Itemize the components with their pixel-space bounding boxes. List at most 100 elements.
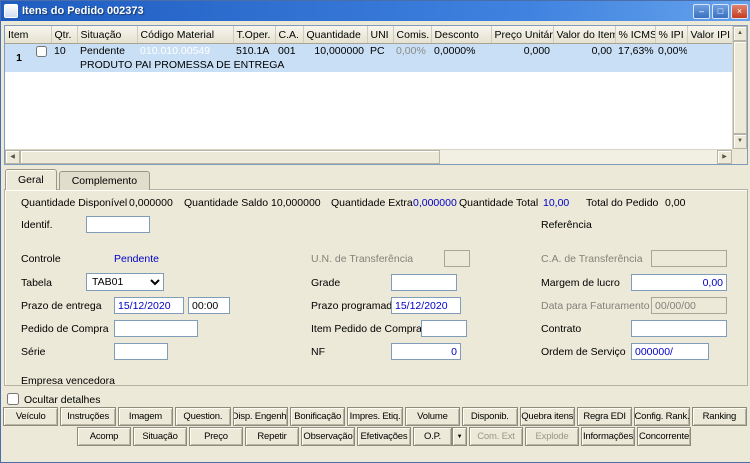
serie-field[interactable] [114, 343, 168, 360]
efetivacoes-button[interactable]: Efetivações [357, 427, 411, 446]
nf-field[interactable] [391, 343, 461, 360]
cell-item: 1 [5, 43, 33, 72]
margem-lucro-field[interactable] [631, 274, 727, 291]
identif-field[interactable] [86, 216, 150, 233]
imagem-button[interactable]: Imagem [117, 407, 174, 426]
volume-button[interactable]: Volume [404, 407, 461, 426]
com-ext-button: Com. Ext [469, 427, 523, 446]
label-quantidade-total: Quantidade Total [459, 197, 539, 209]
cell-ipi: 0,00% [655, 43, 688, 58]
label-item-pedido-compra: Item Pedido de Compra [311, 323, 422, 335]
ordem-servico-field[interactable] [631, 343, 709, 360]
col-comis[interactable]: Comis. [393, 26, 432, 44]
value-controle: Pendente [114, 253, 159, 265]
horizontal-scrollbar[interactable]: ◀ ▶ [5, 149, 732, 164]
col-valor-ipi[interactable]: Valor IPI [687, 26, 733, 44]
cell-codigo-material[interactable]: 010.010.00549 [137, 43, 234, 58]
cell-descricao: PRODUTO PAI PROMESSA DE ENTREGA [33, 58, 733, 72]
horizontal-scroll-track[interactable] [440, 150, 717, 164]
vertical-scroll-thumb[interactable] [733, 41, 747, 134]
instrucoes-button[interactable]: Instruções [60, 407, 116, 426]
label-data-faturamento: Data para Faturamento [541, 300, 650, 312]
op-button[interactable]: O.P. [413, 427, 452, 446]
col-uni[interactable]: UNI [367, 26, 394, 44]
label-prazo-entrega: Prazo de entrega [21, 300, 102, 312]
quebra-itens-button[interactable]: Quebra itens [519, 407, 575, 426]
preco-button[interactable]: Preço [189, 427, 243, 446]
label-margem-lucro: Margem de lucro [541, 277, 620, 289]
col-valor-item[interactable]: Valor do Item [553, 26, 616, 44]
repetir-button[interactable]: Repetir [245, 427, 299, 446]
col-icms[interactable]: % ICMS [615, 26, 656, 44]
vertical-scrollbar[interactable]: ▲ ▼ [732, 26, 747, 149]
grid-row-description[interactable]: PRODUTO PAI PROMESSA DE ENTREGA [5, 58, 733, 72]
situacao-button[interactable]: Situação [133, 427, 187, 446]
ca-transferencia-field [651, 250, 727, 267]
value-quantidade-disponivel: 0,000000 [129, 197, 173, 209]
prazo-entrega-hora-field[interactable] [188, 297, 230, 314]
grade-field[interactable] [391, 274, 457, 291]
cell-uni: PC [367, 43, 394, 58]
col-desconto[interactable]: Desconto [431, 26, 492, 44]
informacoes-button[interactable]: Informações [581, 427, 635, 446]
prazo-programado-field[interactable] [391, 297, 461, 314]
label-identif: Identif. [21, 219, 53, 231]
scroll-right-icon[interactable]: ▶ [717, 150, 732, 164]
label-quantidade-disponivel: Quantidade Disponível [21, 197, 128, 209]
item-pedido-compra-field[interactable] [421, 320, 467, 337]
col-ipi[interactable]: % IPI [655, 26, 688, 44]
label-contrato: Contrato [541, 323, 582, 335]
config-rank-button[interactable]: Config. Rank. [634, 407, 690, 426]
detail-tabs: Geral Complemento [5, 169, 152, 190]
col-situacao[interactable]: Situação [77, 26, 138, 44]
col-preco-unitario[interactable]: Preço Unitário [491, 26, 554, 44]
label-ordem-servico: Ordem de Serviço [541, 346, 626, 358]
acomp-button[interactable]: Acomp [77, 427, 131, 446]
scroll-left-icon[interactable]: ◀ [5, 150, 20, 164]
window-title: Itens do Pedido 002373 [22, 5, 144, 17]
col-quantidade[interactable]: Quantidade [303, 26, 368, 44]
contrato-field[interactable] [631, 320, 727, 337]
disp-engenh-button[interactable]: Disp. Engenh. [232, 407, 288, 426]
disponib-button[interactable]: Disponib. [462, 407, 518, 426]
col-codigo-material[interactable]: Código Material [137, 26, 234, 44]
row-checkbox[interactable] [36, 45, 47, 57]
col-qtr[interactable]: Qtr. [51, 26, 78, 44]
un-transferencia-field [444, 250, 470, 267]
items-grid: Item Qtr. Situação Código Material T.Ope… [4, 25, 748, 165]
col-ca[interactable]: C.A. [275, 26, 304, 44]
ranking-button[interactable]: Ranking [691, 407, 748, 426]
question-button[interactable]: Question. [175, 407, 231, 426]
ocultar-detalhes-checkbox[interactable] [7, 393, 19, 405]
regra-edi-button[interactable]: Regra EDI [576, 407, 633, 426]
veiculo-button[interactable]: Veículo [3, 407, 59, 426]
label-ca-transferencia: C.A. de Transferência [541, 253, 643, 265]
bonificacao-button[interactable]: Bonificação [289, 407, 346, 426]
window-icon [4, 4, 18, 18]
concorrente-button[interactable]: Concorrente [637, 427, 691, 446]
items-table: Item Qtr. Situação Código Material T.Ope… [5, 26, 733, 72]
col-t-oper[interactable]: T.Oper. [233, 26, 276, 44]
scroll-up-icon[interactable]: ▲ [733, 26, 747, 41]
tab-complemento[interactable]: Complemento [58, 171, 151, 190]
grid-row[interactable]: 1 10 Pendente 010.010.00549 510.1A 001 1… [5, 43, 733, 72]
scroll-down-icon[interactable]: ▼ [733, 134, 747, 149]
close-icon[interactable]: × [731, 3, 748, 19]
label-empresa-vencedora: Empresa vencedora [21, 375, 115, 387]
impres-etiq-button[interactable]: Impres. Etiq. [347, 407, 403, 426]
tabela-select[interactable]: TAB01 [86, 273, 164, 291]
op-dropdown-icon[interactable]: ▼ [452, 427, 467, 446]
observacao-button[interactable]: Observação [301, 427, 355, 446]
minimize-icon[interactable]: – [693, 3, 710, 19]
pedido-compra-field[interactable] [114, 320, 198, 337]
label-controle: Controle [21, 253, 61, 265]
horizontal-scroll-thumb[interactable] [20, 150, 440, 164]
maximize-icon[interactable]: □ [712, 3, 729, 19]
tab-geral[interactable]: Geral [5, 169, 57, 190]
button-row-2: Acomp Situação Preço Repetir Observação … [77, 427, 693, 446]
col-item[interactable]: Item [5, 26, 52, 44]
label-un-transferencia: U.N. de Transferência [311, 253, 414, 265]
prazo-entrega-field[interactable] [114, 297, 184, 314]
cell-desconto: 0,0000% [431, 43, 492, 58]
titlebar[interactable]: Itens do Pedido 002373 – □ × [1, 1, 750, 21]
